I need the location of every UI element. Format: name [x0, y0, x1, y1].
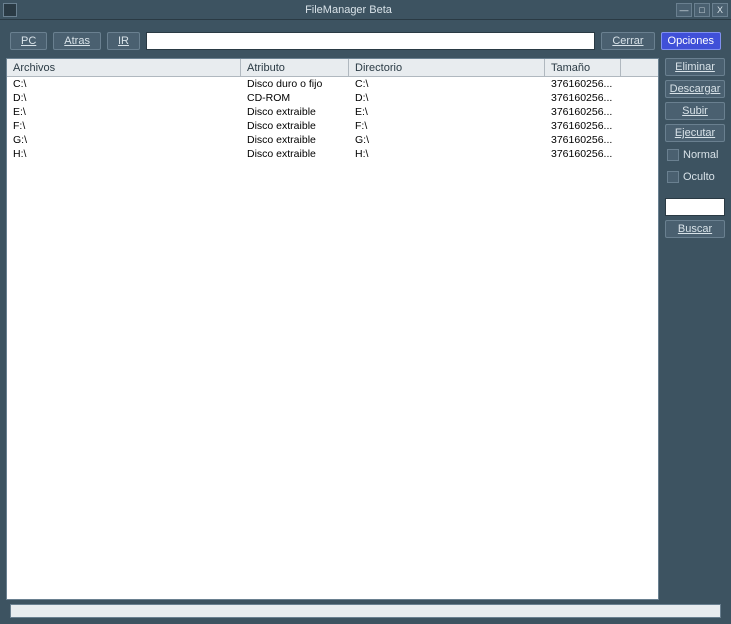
cell: Disco extraible	[241, 134, 349, 146]
back-button[interactable]: Atras	[53, 32, 101, 50]
search-button[interactable]: Buscar	[665, 220, 725, 238]
cell: Disco extraible	[241, 120, 349, 132]
options-button[interactable]: Opciones	[661, 32, 721, 50]
main-row: Archivos Atributo Directorio Tamaño C:\D…	[6, 58, 725, 600]
cell: Disco duro o fijo	[241, 78, 349, 90]
delete-button[interactable]: Eliminar	[665, 58, 725, 76]
execute-button[interactable]: Ejecutar	[665, 124, 725, 142]
cell: Disco extraible	[241, 106, 349, 118]
toolbar: PC Atras IR Cerrar Opciones	[6, 26, 725, 58]
normal-label: Normal	[683, 149, 718, 161]
cell: 376160256...	[545, 134, 621, 146]
table-row[interactable]: H:\Disco extraibleH:\376160256...	[7, 147, 658, 161]
close-button[interactable]: X	[712, 3, 728, 17]
cell: C:\	[7, 78, 241, 90]
file-table: Archivos Atributo Directorio Tamaño C:\D…	[6, 58, 659, 600]
window-title: FileManager Beta	[21, 4, 676, 16]
cell: C:\	[349, 78, 545, 90]
col-archivos[interactable]: Archivos	[7, 59, 241, 76]
pc-button[interactable]: PC	[10, 32, 47, 50]
download-button[interactable]: Descargar	[665, 80, 725, 98]
normal-checkbox[interactable]: Normal	[665, 146, 725, 164]
app-icon	[3, 3, 17, 17]
content-area: PC Atras IR Cerrar Opciones Archivos Atr…	[0, 20, 731, 624]
cell: CD-ROM	[241, 92, 349, 104]
table-row[interactable]: E:\Disco extraibleE:\376160256...	[7, 105, 658, 119]
hidden-label: Oculto	[683, 171, 715, 183]
cell: 376160256...	[545, 148, 621, 160]
cell: D:\	[7, 92, 241, 104]
maximize-button[interactable]: □	[694, 3, 710, 17]
checkbox-icon	[667, 149, 679, 161]
cell: Disco extraible	[241, 148, 349, 160]
minimize-button[interactable]: —	[676, 3, 692, 17]
table-row[interactable]: C:\Disco duro o fijoC:\376160256...	[7, 77, 658, 91]
cell: 376160256...	[545, 92, 621, 104]
cell: 376160256...	[545, 78, 621, 90]
checkbox-icon	[667, 171, 679, 183]
cell: H:\	[7, 148, 241, 160]
cell: D:\	[349, 92, 545, 104]
table-row[interactable]: G:\Disco extraibleG:\376160256...	[7, 133, 658, 147]
table-header: Archivos Atributo Directorio Tamaño	[7, 59, 658, 77]
table-row[interactable]: F:\Disco extraibleF:\376160256...	[7, 119, 658, 133]
cell: F:\	[7, 120, 241, 132]
cell: G:\	[349, 134, 545, 146]
search-input[interactable]	[665, 198, 725, 216]
col-atributo[interactable]: Atributo	[241, 59, 349, 76]
sidebar: Eliminar Descargar Subir Ejecutar Normal…	[665, 58, 725, 600]
status-bar	[10, 604, 721, 618]
close-panel-button[interactable]: Cerrar	[601, 32, 654, 50]
cell: 376160256...	[545, 106, 621, 118]
cell: 376160256...	[545, 120, 621, 132]
cell: G:\	[7, 134, 241, 146]
table-body[interactable]: C:\Disco duro o fijoC:\376160256...D:\CD…	[7, 77, 658, 599]
cell: E:\	[7, 106, 241, 118]
hidden-checkbox[interactable]: Oculto	[665, 168, 725, 186]
go-button[interactable]: IR	[107, 32, 140, 50]
window-controls: — □ X	[676, 3, 728, 17]
cell: F:\	[349, 120, 545, 132]
cell: H:\	[349, 148, 545, 160]
table-row[interactable]: D:\CD-ROMD:\376160256...	[7, 91, 658, 105]
path-input[interactable]	[146, 32, 595, 50]
upload-button[interactable]: Subir	[665, 102, 725, 120]
col-extra[interactable]	[621, 59, 658, 76]
col-tamano[interactable]: Tamaño	[545, 59, 621, 76]
col-directorio[interactable]: Directorio	[349, 59, 545, 76]
titlebar[interactable]: FileManager Beta — □ X	[0, 0, 731, 20]
cell: E:\	[349, 106, 545, 118]
app-window: FileManager Beta — □ X PC Atras IR Cerra…	[0, 0, 731, 624]
